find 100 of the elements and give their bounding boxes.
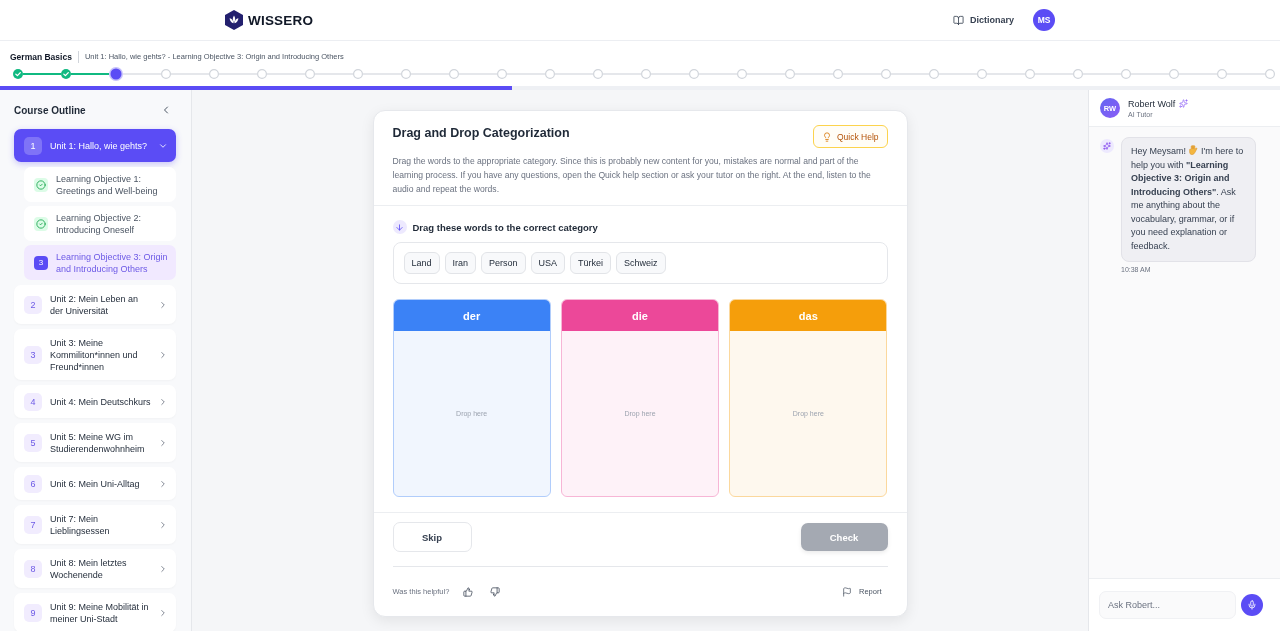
tutor-name: Robert Wolf — [1128, 98, 1176, 109]
unit-number: 7 — [24, 515, 42, 534]
chevron-right-icon — [158, 563, 168, 574]
objective-item[interactable]: 3 Learning Objective 3: Origin and Introducing Others — [24, 245, 176, 280]
step-dot-icon[interactable] — [209, 69, 219, 79]
step-dot-icon[interactable] — [1121, 69, 1131, 79]
word-chip[interactable]: Land — [403, 252, 440, 274]
objective-title: Learning Objective 1: Greetings and Well-being — [56, 172, 159, 197]
sparkles-icon — [1179, 99, 1189, 108]
check-circle-icon[interactable] — [13, 69, 23, 79]
chevron-right-icon — [158, 607, 168, 618]
course-title: German Basics — [10, 51, 72, 62]
quick-help-button[interactable]: Quick Help — [812, 125, 888, 148]
word-chip[interactable]: Schweiz — [616, 252, 666, 274]
unit-item[interactable]: 4 Unit 4: Mein Deutschkurs — [14, 385, 176, 418]
unit-item[interactable]: 2 Unit 2: Mein Leben an der Universität — [14, 285, 176, 324]
unit-number: 2 — [24, 295, 42, 314]
chat-message: Hey Meysam! I'm here to help you with "Learning Objective 3: Origin and Introducing Others". Ask me anything about the vocabulary, grammar, or if you need explanation or feedback. — [1121, 137, 1256, 262]
current-step-icon[interactable] — [109, 67, 123, 81]
unit-number: 5 — [24, 433, 42, 452]
unit-item[interactable]: 9 Unit 9: Meine Mobilität in meiner Uni-Stadt — [14, 593, 176, 631]
instructions-text: Drag the words to the appropriate category. Since this is probably new content for you, mistakes are normal and part of the learning process. If you have any questions, open the Quick help section or ask your tutor on the right. At the end, listen to the audio and repeat the words. — [392, 155, 872, 196]
arrow-down-icon — [392, 220, 407, 234]
unit-item[interactable]: 3 Unit 3: Meine Kommiliton*innen und Freund*innen — [14, 329, 176, 380]
unit-item[interactable]: 5 Unit 5: Meine WG im Studierendenwohnheim — [14, 423, 176, 462]
step-dot-icon[interactable] — [1217, 69, 1227, 79]
unit-number: 6 — [24, 474, 42, 493]
skip-button[interactable]: Skip — [392, 522, 472, 552]
unit-item[interactable]: 8 Unit 8: Mein letztes Wochenende — [14, 549, 176, 588]
chat-input[interactable]: Ask Robert... — [1099, 591, 1236, 619]
unit-item[interactable]: 7 Unit 7: Mein Lieblingsessen — [14, 505, 176, 544]
unit-title: Unit 6: Mein Uni-Alltag — [50, 477, 141, 490]
unit-number: 3 — [24, 345, 42, 364]
category-header: der — [393, 300, 550, 331]
unit-title: Unit 8: Mein letztes Wochenende — [50, 556, 128, 581]
unit-title: Unit 3: Meine Kommiliton*innen und Freund*innen — [50, 336, 139, 373]
unit-title: Unit 1: Hallo, wie gehts? — [50, 139, 149, 152]
step-dot-icon[interactable] — [305, 69, 315, 79]
unit-number: 8 — [24, 559, 42, 578]
step-dot-icon[interactable] — [881, 69, 891, 79]
step-dot-icon[interactable] — [401, 69, 411, 79]
dictionary-link[interactable]: Dictionary — [953, 14, 1014, 26]
step-dot-icon[interactable] — [833, 69, 843, 79]
lightbulb-icon — [821, 131, 832, 142]
objective-title: Learning Objective 3: Origin and Introducing Others — [56, 250, 169, 275]
step-dot-icon[interactable] — [449, 69, 459, 79]
step-dot-icon[interactable] — [1265, 69, 1275, 79]
step-dot-icon[interactable] — [785, 69, 795, 79]
objective-number: 3 — [34, 255, 48, 270]
chevron-right-icon — [158, 519, 168, 530]
unit-item[interactable]: 6 Unit 6: Mein Uni-Alltag — [14, 467, 176, 500]
word-chip[interactable]: Iran — [444, 252, 477, 274]
mic-button[interactable] — [1241, 594, 1263, 616]
prompt-text: Drag these words to the correct category — [412, 221, 598, 233]
chevron-right-icon — [158, 437, 168, 448]
unit-item[interactable]: 1 Unit 1: Hallo, wie gehts? — [14, 129, 176, 162]
unit-title: Unit 2: Mein Leben an der Universität — [50, 292, 140, 317]
step-dot-icon[interactable] — [1169, 69, 1179, 79]
unit-title: Unit 7: Mein Lieblingsessen — [50, 512, 111, 537]
step-dot-icon[interactable] — [497, 69, 507, 79]
step-dot-icon[interactable] — [737, 69, 747, 79]
objective-item[interactable]: Learning Objective 1: Greetings and Well-being — [24, 167, 176, 202]
chevron-right-icon — [158, 299, 168, 310]
word-chip[interactable]: USA — [530, 252, 566, 274]
step-dot-icon[interactable] — [929, 69, 939, 79]
step-dot-icon[interactable] — [689, 69, 699, 79]
category-header: die — [561, 300, 719, 331]
thumbs-down-button[interactable] — [490, 586, 501, 597]
word-chip[interactable]: Person — [481, 252, 526, 274]
step-dot-icon[interactable] — [257, 69, 267, 79]
thumbs-up-button[interactable] — [463, 586, 474, 597]
logo-icon — [225, 10, 243, 30]
word-chip[interactable]: Türkei — [570, 252, 612, 274]
chevron-right-icon — [158, 396, 168, 407]
sparkles-icon — [1100, 139, 1114, 153]
user-avatar[interactable]: MS — [1033, 9, 1055, 31]
unit-title: Unit 4: Mein Deutschkurs — [50, 395, 152, 408]
flag-icon — [842, 586, 852, 597]
step-dot-icon[interactable] — [353, 69, 363, 79]
objective-title: Learning Objective 2: Introducing Oneself — [56, 211, 143, 236]
exercise-title: Drag and Drop Categorization — [392, 125, 570, 141]
objective-item[interactable]: Learning Objective 2: Introducing Oneself — [24, 206, 176, 241]
sidebar-title: Course Outline — [14, 104, 86, 116]
check-circle-icon[interactable] — [61, 69, 71, 79]
step-dot-icon[interactable] — [593, 69, 603, 79]
unit-number: 4 — [24, 392, 42, 411]
step-dot-icon[interactable] — [161, 69, 171, 79]
chevron-right-icon — [158, 478, 168, 489]
step-dot-icon[interactable] — [641, 69, 651, 79]
step-connector — [23, 73, 61, 75]
step-dot-icon[interactable] — [1025, 69, 1035, 79]
step-dot-icon[interactable] — [977, 69, 987, 79]
chevron-right-icon — [158, 349, 168, 360]
unit-number: 9 — [24, 603, 42, 622]
step-dot-icon[interactable] — [545, 69, 555, 79]
book-icon — [953, 14, 964, 26]
unit-title: Unit 5: Meine WG im Studierendenwohnheim — [50, 430, 146, 455]
mic-icon — [1247, 600, 1257, 610]
step-dot-icon[interactable] — [1073, 69, 1083, 79]
unit-number: 1 — [24, 136, 42, 155]
